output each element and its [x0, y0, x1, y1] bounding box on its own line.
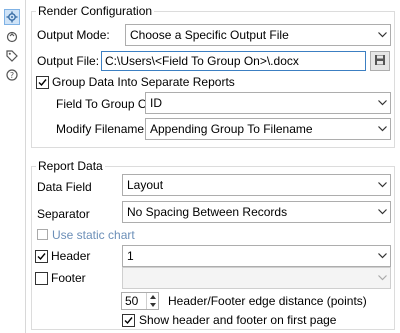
group-data-checkbox[interactable] [36, 76, 49, 89]
help-icon[interactable]: ? [4, 67, 20, 83]
report-data-title: Report Data [36, 159, 105, 173]
field-to-group-dropdown[interactable]: ID [145, 92, 391, 114]
header-dropdown[interactable]: 1 [122, 245, 391, 267]
footer-checkbox[interactable] [35, 272, 48, 285]
svg-text:?: ? [10, 71, 14, 80]
tag-icon[interactable] [4, 48, 20, 64]
chevron-down-icon [374, 209, 390, 215]
sidebar-divider [25, 0, 26, 333]
chevron-down-icon [374, 253, 390, 259]
show-first-page-label: Show header and footer on first page [139, 313, 337, 327]
output-mode-dropdown[interactable]: Choose a Specific Output File [125, 24, 391, 46]
modify-filename-dropdown[interactable]: Appending Group To Filename [145, 118, 391, 140]
field-to-group-label: Field To Group On: [56, 97, 158, 111]
separator-dropdown[interactable]: No Spacing Between Records [122, 201, 391, 223]
separator-label: Separator [37, 207, 90, 221]
chevron-down-icon [374, 32, 390, 38]
render-configuration-title: Render Configuration [36, 4, 155, 18]
chevron-down-icon [374, 100, 390, 106]
checkmark-icon [37, 253, 46, 261]
field-to-group-value: ID [150, 96, 162, 110]
show-first-page-checkbox[interactable] [122, 314, 135, 327]
checkmark-icon [38, 79, 47, 87]
static-chart-checkbox[interactable] [37, 229, 48, 240]
chevron-down-icon [374, 275, 390, 281]
chevron-down-icon [374, 126, 390, 132]
footer-dropdown[interactable] [122, 267, 391, 289]
edge-distance-value: 50 [125, 294, 139, 308]
refresh-icon[interactable] [4, 29, 20, 45]
chevron-down-icon [374, 182, 390, 188]
tool-sidebar: ? [0, 0, 25, 333]
edge-distance-label: Header/Footer edge distance (points) [168, 294, 367, 308]
save-button[interactable] [370, 51, 390, 71]
header-label: Header [51, 249, 91, 263]
header-value: 1 [127, 249, 134, 263]
footer-label: Footer [51, 271, 86, 285]
output-file-input[interactable]: C:\Users\<Field To Group On>\.docx [101, 51, 366, 71]
data-field-dropdown[interactable]: Layout [122, 174, 391, 196]
output-mode-value: Choose a Specific Output File [130, 28, 289, 42]
static-chart-label: Use static chart [52, 228, 135, 242]
floppy-disk-icon [374, 54, 386, 69]
checkmark-icon [124, 317, 133, 325]
header-checkbox[interactable] [35, 250, 48, 263]
gear-icon[interactable] [4, 9, 20, 25]
output-mode-label: Output Mode: [37, 28, 110, 42]
separator-value: No Spacing Between Records [127, 205, 288, 219]
output-file-label: Output File: [37, 54, 100, 68]
data-field-value: Layout [127, 178, 164, 192]
data-field-label: Data Field [37, 180, 92, 194]
group-data-label: Group Data Into Separate Reports [52, 75, 235, 89]
modify-filename-value: Appending Group To Filename [150, 122, 313, 136]
decrement-arrow-icon[interactable] [147, 301, 158, 309]
edge-distance-stepper[interactable]: 50 [121, 292, 159, 310]
increment-arrow-icon[interactable] [147, 293, 158, 301]
